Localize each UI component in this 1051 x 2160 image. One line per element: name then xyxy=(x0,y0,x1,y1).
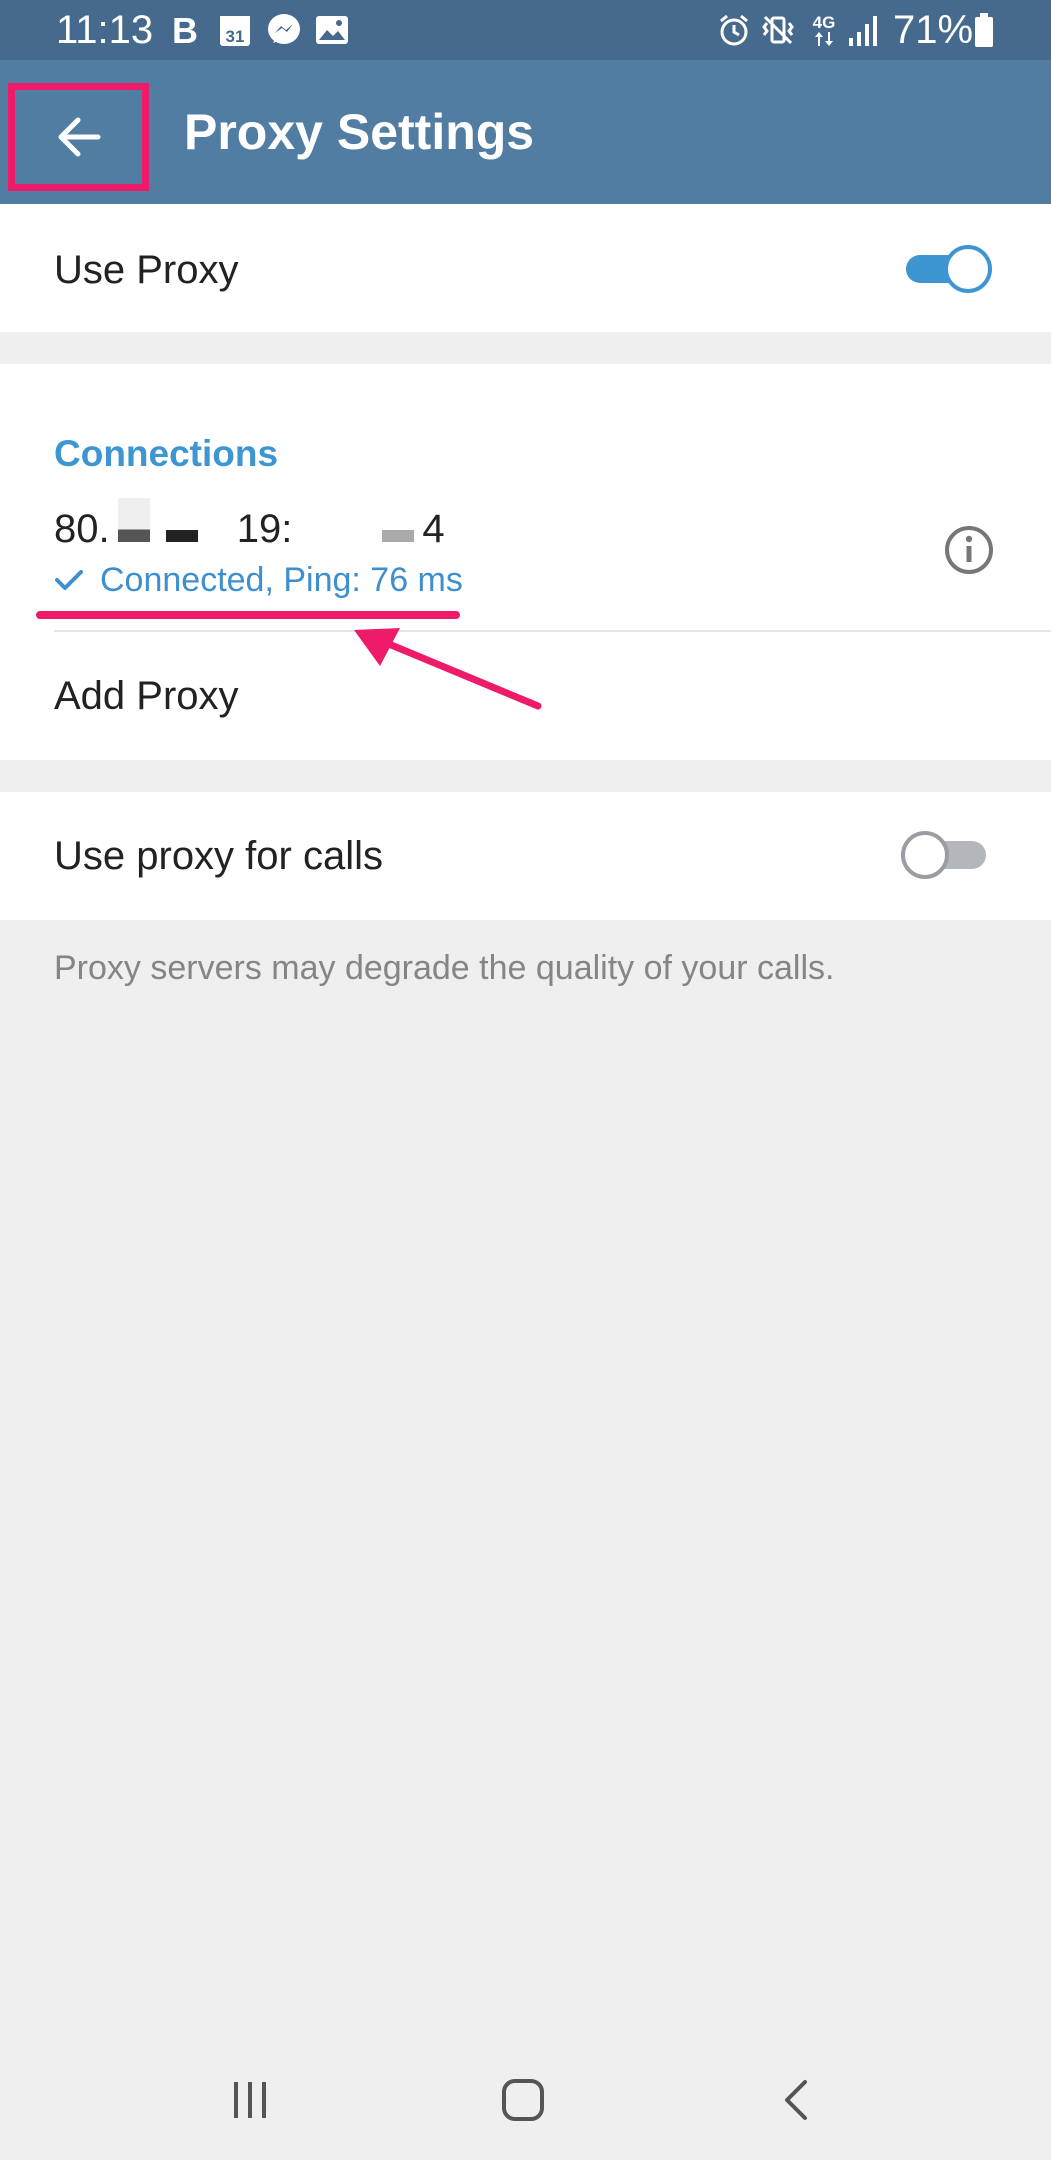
proxy-status-text: Connected, Ping: 76 ms xyxy=(100,561,463,599)
home-button[interactable] xyxy=(483,2070,563,2130)
status-bar: 11:13 B 31 4G 71% xyxy=(0,0,1051,60)
calendar-icon: 31 xyxy=(218,12,252,48)
calendar-day-text: 31 xyxy=(226,27,245,46)
recent-apps-icon xyxy=(234,2082,266,2118)
page-title: Proxy Settings xyxy=(184,104,535,160)
connections-header: Connections xyxy=(54,433,279,474)
use-proxy-for-calls-row[interactable]: Use proxy for calls xyxy=(0,792,1051,920)
use-proxy-toggle[interactable] xyxy=(904,242,994,296)
messenger-icon xyxy=(266,12,302,48)
use-proxy-for-calls-label: Use proxy for calls xyxy=(54,834,383,878)
proxy-status: Connected, Ping: 76 ms xyxy=(54,560,463,600)
svg-text:B: B xyxy=(172,13,198,47)
network-4g-icon: 4G xyxy=(808,12,840,48)
annotation-underline xyxy=(36,611,460,619)
navigation-bar xyxy=(0,2040,1051,2160)
redaction-mark xyxy=(165,530,198,542)
network-type-text: 4G xyxy=(812,13,836,32)
alarm-icon xyxy=(716,12,752,48)
arrow-left-icon xyxy=(58,117,100,157)
battery-percent: 71% xyxy=(893,8,974,52)
proxy-address-part: 19: xyxy=(236,507,293,551)
battery-icon xyxy=(972,12,996,48)
use-proxy-row[interactable]: Use Proxy xyxy=(0,204,1051,332)
back-nav-button[interactable] xyxy=(756,2070,836,2130)
redaction-mark xyxy=(382,530,415,542)
annotation-arrow-icon xyxy=(354,628,542,710)
home-icon xyxy=(502,2079,544,2121)
proxy-address-part: 4 xyxy=(422,507,445,551)
vibrate-icon xyxy=(760,12,796,48)
proxy-address[interactable]: 80. 19: 4 xyxy=(54,498,445,553)
add-proxy-label: Add Proxy xyxy=(54,674,239,718)
check-icon xyxy=(54,565,84,595)
status-time: 11:13 xyxy=(56,8,154,52)
back-button[interactable] xyxy=(8,83,149,191)
gallery-icon xyxy=(314,12,350,48)
b-app-icon: B xyxy=(168,12,202,48)
calls-quality-note: Proxy servers may degrade the quality of… xyxy=(54,949,835,987)
app-bar: Proxy Settings xyxy=(0,60,1051,204)
signal-icon xyxy=(846,12,880,48)
redaction-mark xyxy=(117,498,150,542)
use-proxy-label: Use Proxy xyxy=(54,248,239,292)
use-proxy-for-calls-toggle[interactable] xyxy=(898,828,990,882)
info-icon[interactable] xyxy=(943,524,995,576)
proxy-address-part: 80. xyxy=(54,507,110,551)
back-nav-icon xyxy=(785,2080,807,2120)
recent-apps-button[interactable] xyxy=(210,2070,290,2130)
